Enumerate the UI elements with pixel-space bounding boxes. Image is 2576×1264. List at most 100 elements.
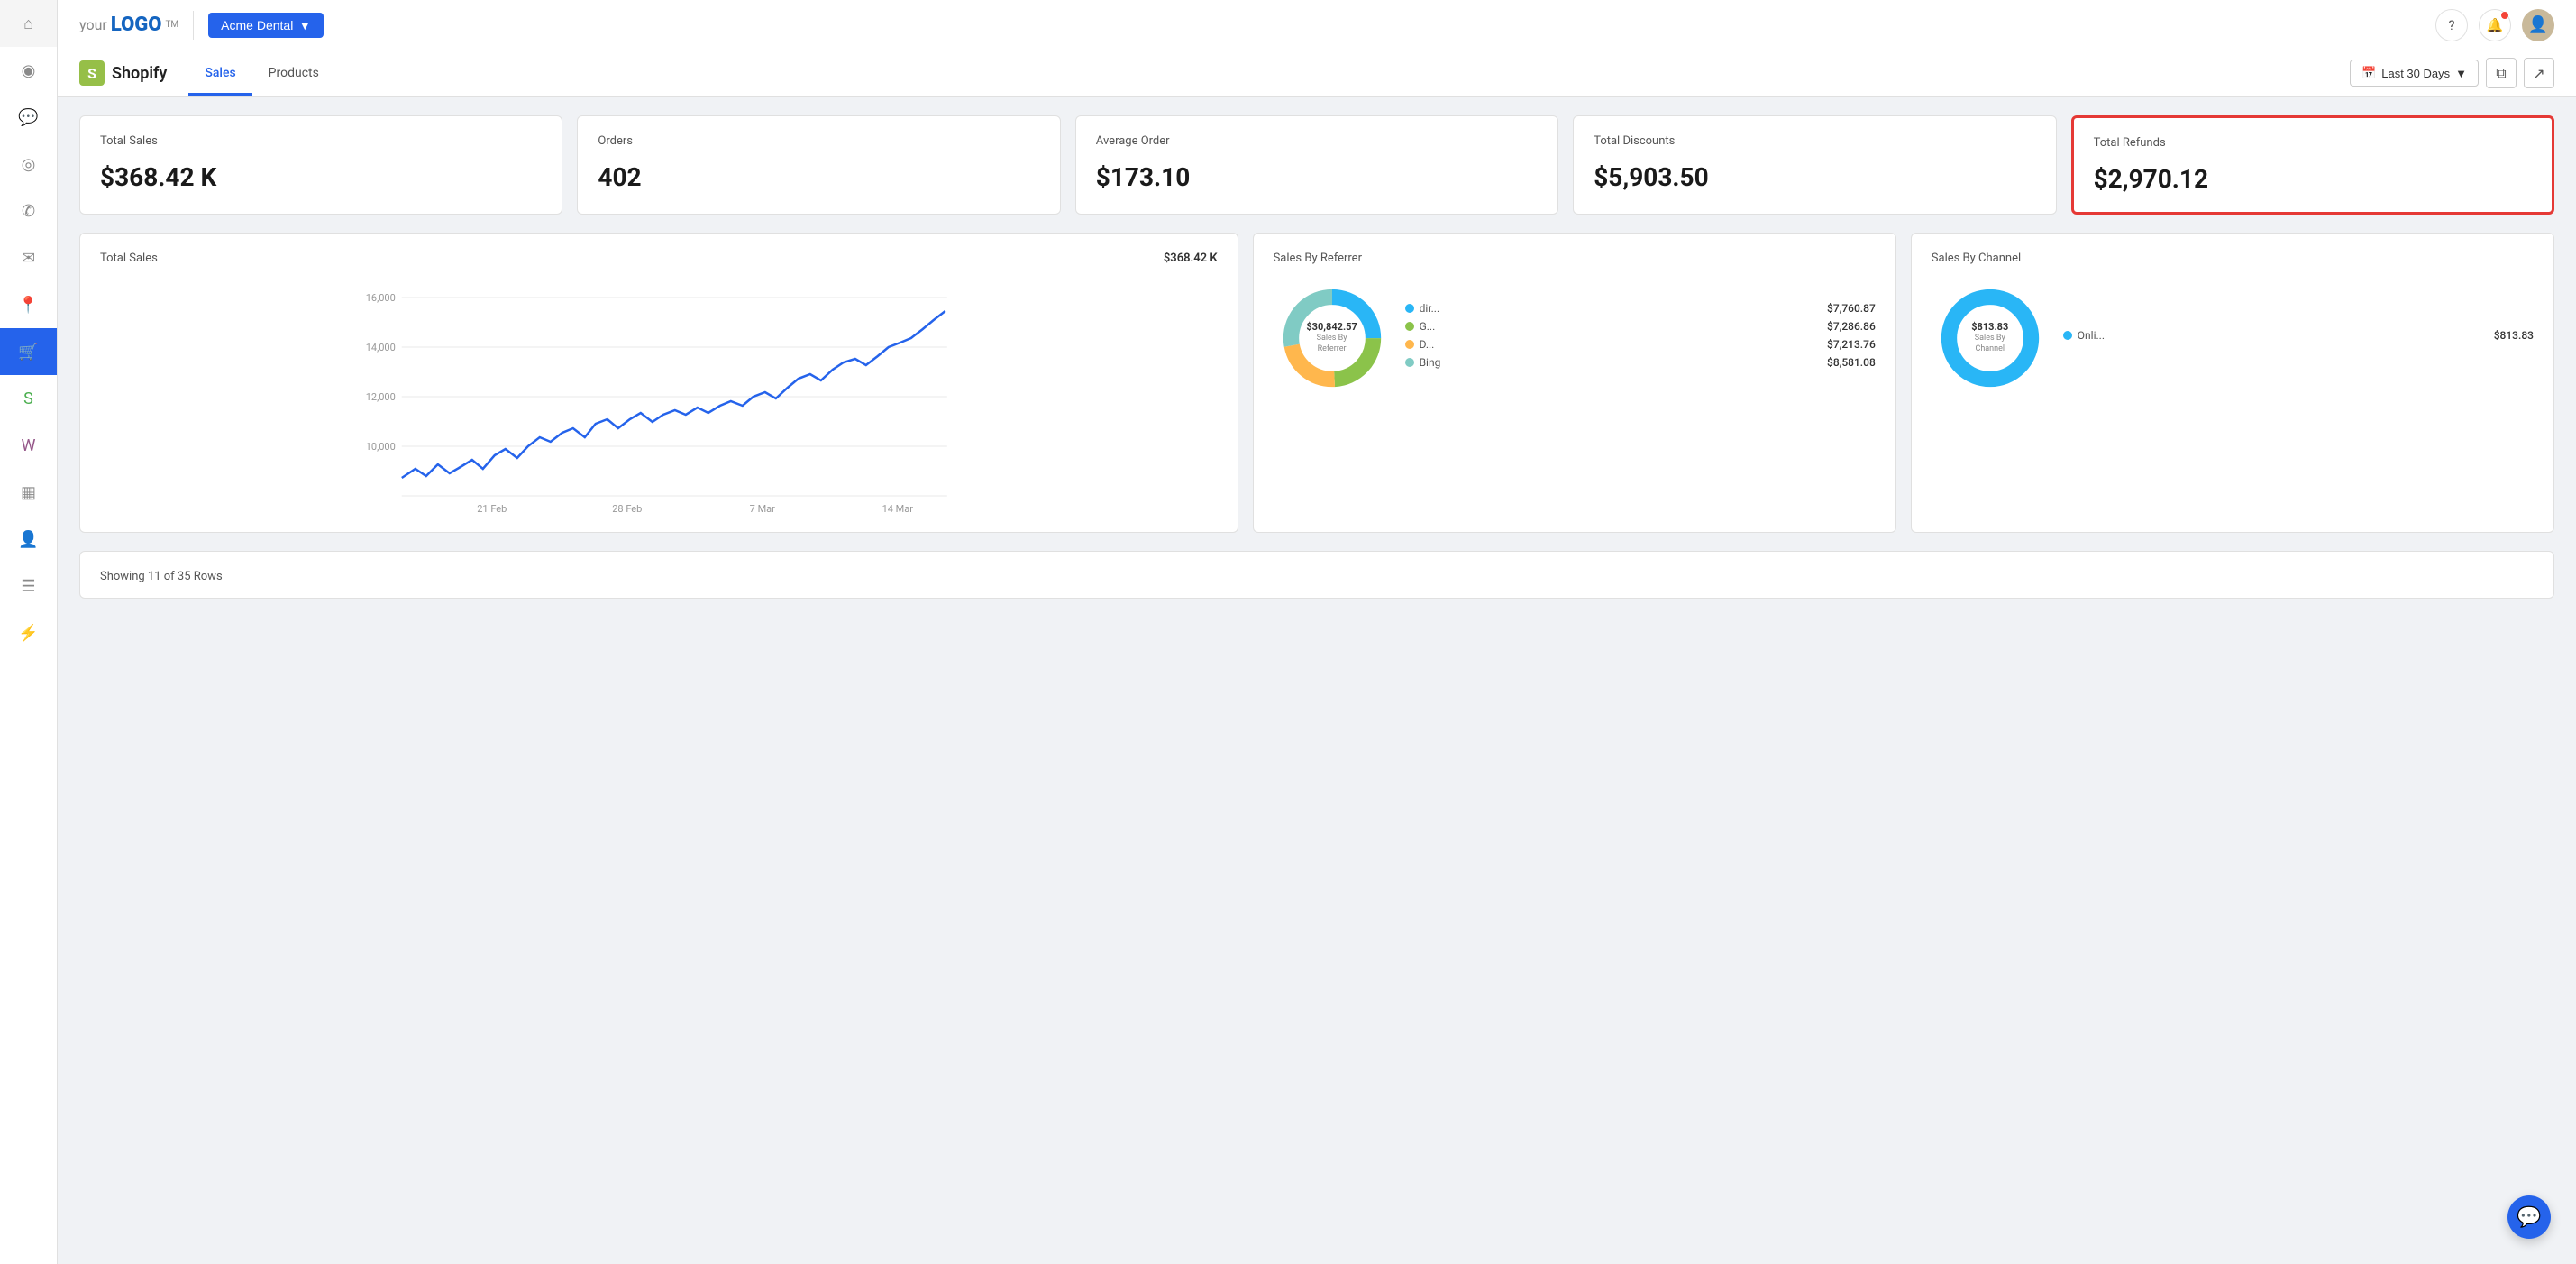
target-icon: ◎ (22, 155, 36, 174)
company-button[interactable]: Acme Dental ▼ (208, 13, 324, 38)
main-content: Total Sales $368.42 K Orders 402 Average… (58, 97, 2576, 1264)
sidebar-item-plug[interactable]: ⚡ (0, 609, 57, 656)
referrer-legend: dir... $7,760.87 G... $7,286.86 D... $7,… (1405, 302, 1876, 374)
kpi-value-total-refunds: $2,970.12 (2094, 164, 2532, 194)
sidebar-item-phone[interactable]: ✆ (0, 188, 57, 234)
date-filter-button[interactable]: 📅 Last 30 Days ▼ (2350, 60, 2479, 87)
referrer-donut-center: $30,842.57 Sales By Referrer (1302, 321, 1361, 355)
line-chart-card: Total Sales $368.42 K 16,000 14,000 (79, 233, 1238, 533)
sidebar-item-reports[interactable]: ▦ (0, 469, 57, 516)
columns-icon: ⧉ (2496, 64, 2506, 82)
sidebar-item-shopify[interactable]: S (0, 375, 57, 422)
kpi-label-total-discounts: Total Discounts (1594, 134, 2035, 148)
legend-dot-dir (1405, 304, 1414, 313)
svg-text:28 Feb: 28 Feb (612, 503, 642, 514)
header-right: ? 🔔 👤 (2435, 9, 2554, 41)
main-container: your LOGO TM Acme Dental ▼ ? 🔔 👤 (58, 0, 2576, 1264)
channel-donut-center: $813.83 Sales By Channel (1960, 321, 2019, 355)
legend-label-google: G... (1420, 320, 1822, 333)
kpi-value-total-sales: $368.42 K (100, 162, 542, 192)
referrer-donut-value: $30,842.57 (1302, 321, 1361, 334)
channel-chart-title: Sales By Channel (1932, 252, 2021, 265)
woo-icon: W (22, 436, 36, 455)
legend-value-d: $7,213.76 (1827, 338, 1876, 351)
referrer-donut-sublabel: Sales By Referrer (1302, 334, 1361, 354)
legend-dot-online (2063, 331, 2072, 340)
sidebar-item-chat[interactable]: 💬 (0, 94, 57, 141)
chart-row: Total Sales $368.42 K 16,000 14,000 (79, 233, 2554, 533)
legend-label-bing: Bing (1420, 356, 1822, 369)
kpi-card-orders: Orders 402 (577, 115, 1060, 215)
sidebar-item-users[interactable]: 👤 (0, 516, 57, 563)
date-chevron-icon: ▼ (2455, 67, 2467, 80)
referrer-chart-title: Sales By Referrer (1274, 252, 1362, 265)
referrer-donut-wrap: $30,842.57 Sales By Referrer (1274, 279, 1391, 397)
legend-item-bing: Bing $8,581.08 (1405, 356, 1876, 369)
svg-text:14,000: 14,000 (366, 342, 396, 353)
kpi-card-average-order: Average Order $173.10 (1075, 115, 1558, 215)
legend-value-dir: $7,760.87 (1827, 302, 1876, 315)
sidebar-item-home[interactable]: ⌂ (0, 0, 57, 47)
notification-button[interactable]: 🔔 (2479, 9, 2511, 41)
referrer-chart-header: Sales By Referrer (1274, 252, 1876, 265)
legend-item-d: D... $7,213.76 (1405, 338, 1876, 351)
legend-item-online: Onli... $813.83 (2063, 329, 2534, 342)
share-button[interactable]: ↗ (2524, 58, 2554, 88)
shopify-icon: S (23, 389, 33, 408)
legend-dot-bing (1405, 358, 1414, 367)
kpi-card-total-refunds: Total Refunds $2,970.12 (2071, 115, 2554, 215)
content-header: S Shopify Sales Products 📅 Last 30 Days … (58, 50, 2576, 97)
svg-text:12,000: 12,000 (366, 391, 396, 403)
users-icon: 👤 (18, 530, 38, 549)
chat-bubble-button[interactable]: 💬 (2507, 1195, 2551, 1239)
line-chart-title: Total Sales (100, 252, 158, 265)
svg-text:7 Mar: 7 Mar (750, 503, 775, 514)
top-header: your LOGO TM Acme Dental ▼ ? 🔔 👤 (58, 0, 2576, 50)
sidebar-item-activity[interactable]: ◉ (0, 47, 57, 94)
kpi-label-orders: Orders (598, 134, 1039, 148)
tabs-right: 📅 Last 30 Days ▼ ⧉ ↗ (2350, 58, 2554, 88)
kpi-value-total-discounts: $5,903.50 (1594, 162, 2035, 192)
svg-text:16,000: 16,000 (366, 292, 396, 304)
kpi-card-total-discounts: Total Discounts $5,903.50 (1573, 115, 2056, 215)
line-chart-svg: 16,000 14,000 12,000 10,000 21 Feb 28 Fe… (100, 279, 1218, 514)
logo-LOGO-text: LOGO (111, 14, 162, 36)
sidebar-item-shop[interactable]: 🛒 (0, 328, 57, 375)
line-chart-header: Total Sales $368.42 K (100, 252, 1218, 265)
sidebar-item-email[interactable]: ✉ (0, 234, 57, 281)
legend-value-google: $7,286.86 (1827, 320, 1876, 333)
avatar[interactable]: 👤 (2522, 9, 2554, 41)
channel-donut-section: $813.83 Sales By Channel Onli... $813.83 (1932, 279, 2534, 397)
legend-dot-d (1405, 340, 1414, 349)
svg-text:10,000: 10,000 (366, 441, 396, 453)
showing-rows-text: Showing 11 of 35 Rows (100, 570, 223, 583)
channel-donut-value: $813.83 (1960, 321, 2019, 334)
kpi-value-average-order: $173.10 (1096, 162, 1538, 192)
notification-dot (2501, 12, 2508, 19)
line-chart-total: $368.42 K (1164, 252, 1218, 265)
shopify-brand: S Shopify (79, 60, 167, 86)
legend-value-bing: $8,581.08 (1827, 356, 1876, 369)
phone-icon: ✆ (22, 202, 35, 221)
home-icon: ⌂ (23, 14, 33, 33)
legend-dot-google (1405, 322, 1414, 331)
sales-by-referrer-card: Sales By Referrer (1253, 233, 1896, 533)
columns-button[interactable]: ⧉ (2486, 58, 2517, 88)
chat-icon: 💬 (18, 108, 38, 127)
reports-icon: ▦ (21, 483, 36, 502)
sidebar-item-woo[interactable]: W (0, 422, 57, 469)
kpi-label-total-sales: Total Sales (100, 134, 542, 148)
help-button[interactable]: ? (2435, 9, 2468, 41)
header-divider (193, 11, 194, 40)
legend-value-online: $813.83 (2494, 329, 2534, 342)
sidebar-item-list[interactable]: ☰ (0, 563, 57, 609)
sidebar-item-location[interactable]: 📍 (0, 281, 57, 328)
sidebar-item-target[interactable]: ◎ (0, 141, 57, 188)
legend-label-online: Onli... (2078, 329, 2489, 342)
tab-sales[interactable]: Sales (188, 53, 251, 96)
list-icon: ☰ (21, 577, 35, 596)
tabs-left: S Shopify Sales Products (79, 53, 335, 94)
company-name-label: Acme Dental (221, 18, 293, 32)
header-left: your LOGO TM Acme Dental ▼ (79, 11, 324, 40)
tab-products[interactable]: Products (252, 53, 335, 96)
